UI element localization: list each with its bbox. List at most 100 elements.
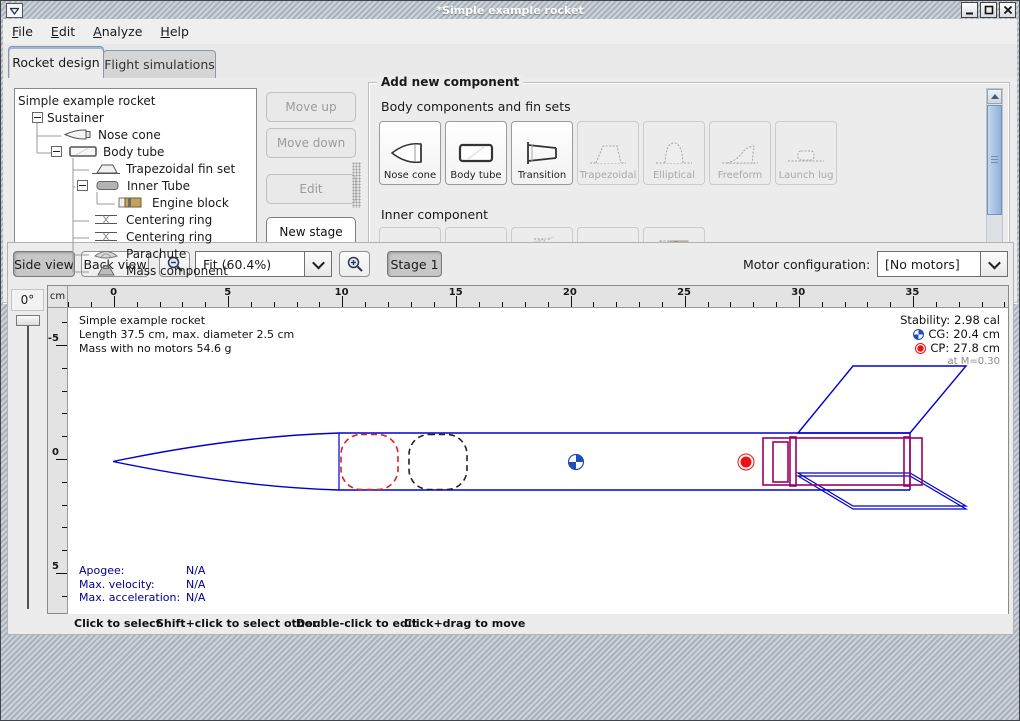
ruler-tick: [502, 302, 503, 307]
rocket-dimensions: Length 37.5 cm, max. diameter 2.5 cm: [79, 328, 294, 342]
ruler-label: 30: [791, 287, 805, 298]
minimize-button[interactable]: [961, 2, 978, 18]
ruler-tick: [845, 302, 846, 307]
splitter-handle-vertical[interactable]: [352, 162, 361, 208]
ruler-tick: [62, 505, 67, 506]
tree-item-nose-cone[interactable]: Nose cone: [15, 126, 256, 143]
tree-item-sustainer[interactable]: Sustainer: [15, 109, 256, 126]
tree-item-rocket[interactable]: Simple example rocket: [15, 92, 256, 109]
vertical-ruler: -505: [48, 308, 68, 613]
close-button[interactable]: [999, 2, 1016, 18]
transition-icon: [520, 138, 564, 168]
inner-tube-icon: [94, 179, 122, 192]
tree-item-trapezoidal-fin-set[interactable]: Trapezoidal fin set: [15, 160, 256, 177]
zoom-in-button[interactable]: [339, 251, 370, 277]
ruler-tick: [62, 527, 67, 528]
add-transition-button[interactable]: Transition: [511, 121, 573, 185]
edit-button[interactable]: Edit: [266, 174, 356, 204]
ruler-tick: [616, 302, 617, 307]
maximize-button[interactable]: [980, 2, 997, 18]
tree-item-centering-ring-2[interactable]: Centering ring: [15, 228, 256, 245]
scroll-up-button[interactable]: [987, 89, 1002, 104]
ruler-tick: [160, 302, 161, 307]
max-velocity-row: Max. velocity:N/A: [79, 578, 205, 592]
rotation-slider-track[interactable]: [27, 321, 29, 609]
ruler-tick: [62, 596, 67, 597]
centering-ring-icon: [91, 213, 121, 226]
hint-click-drag: Click+drag to move: [404, 617, 525, 630]
engine-block-icon: [117, 196, 147, 209]
scrollbar-thumb[interactable]: [987, 105, 1002, 215]
tree-item-centering-ring-1[interactable]: Centering ring: [15, 211, 256, 228]
collapse-toggle-icon[interactable]: [51, 146, 62, 157]
ruler-tick: [662, 302, 663, 307]
rotation-slider-thumb[interactable]: [16, 315, 40, 326]
motor-configuration-label: Motor configuration:: [743, 257, 870, 272]
menu-analyze[interactable]: Analyze: [84, 21, 151, 42]
stage-1-toggle[interactable]: Stage 1: [387, 251, 442, 277]
triangle-down-icon: [10, 7, 19, 15]
tab-rocket-design[interactable]: Rocket design: [8, 46, 104, 78]
component-tree[interactable]: Simple example rocket Sustainer Nose con…: [14, 88, 257, 298]
ruler-tick: [205, 302, 206, 307]
system-menu-icon[interactable]: [6, 3, 23, 18]
add-launch-lug-button[interactable]: Launch lug: [775, 121, 837, 185]
collapse-toggle-icon[interactable]: [77, 180, 88, 191]
ruler-tick: [137, 302, 138, 307]
ruler-tick: [890, 302, 891, 307]
add-trapezoidal-fin-button[interactable]: Trapezoidal: [577, 121, 639, 185]
rocket-canvas[interactable]: Simple example rocket Length 37.5 cm, ma…: [68, 308, 1008, 614]
menu-help[interactable]: Help: [151, 21, 198, 42]
collapse-toggle-icon[interactable]: [32, 112, 43, 123]
ruler-tick: [776, 302, 777, 307]
title-bar[interactable]: *Simple example rocket: [3, 2, 1017, 19]
add-nose-cone-button[interactable]: Nose cone: [379, 121, 441, 185]
tab-flight-simulations[interactable]: Flight simulations: [103, 50, 216, 78]
centering-ring-icon: [91, 230, 121, 243]
cg-marker: [569, 455, 584, 470]
cp-symbol-icon: [915, 343, 926, 354]
add-body-tube-button[interactable]: Body tube: [445, 121, 507, 185]
ruler-tick: [62, 322, 67, 323]
cg-row: CG:20.4 cm: [900, 327, 1000, 341]
launch-lug-icon: [784, 138, 828, 168]
menu-edit[interactable]: Edit: [42, 21, 84, 42]
move-up-button[interactable]: Move up: [266, 92, 356, 122]
nose-cone-icon: [63, 128, 93, 141]
max-acceleration-row: Max. acceleration:N/A: [79, 591, 205, 605]
tree-item-body-tube[interactable]: Body tube: [15, 143, 256, 160]
tree-item-engine-block[interactable]: Engine block: [15, 194, 256, 211]
menu-file[interactable]: File: [3, 21, 42, 42]
elliptical-fin-icon: [652, 138, 696, 168]
ruler-tick: [62, 413, 67, 414]
ruler-tick: [62, 550, 67, 551]
dropdown-button[interactable]: [980, 252, 1007, 276]
ruler-tick: [251, 302, 252, 307]
ruler-tick: [936, 302, 937, 307]
ruler-tick: [593, 302, 594, 307]
add-elliptical-fin-button[interactable]: Elliptical: [643, 121, 705, 185]
tree-item-inner-tube[interactable]: Inner Tube: [15, 177, 256, 194]
hint-click-select: Click to select: [74, 617, 161, 630]
ruler-label: 0: [52, 447, 59, 458]
ruler-tick: [182, 302, 183, 307]
ruler-tick: [62, 368, 67, 369]
ruler-label: -5: [48, 333, 59, 344]
motor-configuration-select[interactable]: [No motors]: [877, 251, 1008, 277]
ruler-tick: [56, 459, 67, 460]
dropdown-button[interactable]: [304, 252, 331, 276]
tree-item-mass-component[interactable]: Mass component: [15, 262, 256, 279]
ruler-label: 15: [449, 287, 463, 298]
ruler-tick: [753, 302, 754, 307]
ruler-tick: [822, 302, 823, 307]
ruler-tick: [56, 573, 67, 574]
ruler-label: 10: [335, 287, 349, 298]
mass-component-icon: [91, 264, 121, 277]
ruler-tick: [388, 302, 389, 307]
move-down-button[interactable]: Move down: [266, 128, 356, 158]
add-freeform-fin-button[interactable]: Freeform: [709, 121, 771, 185]
rocket-mass: Mass with no motors 54.6 g: [79, 342, 294, 356]
add-component-title: Add new component: [377, 75, 523, 89]
close-icon: [1003, 5, 1013, 15]
tree-item-parachute[interactable]: Parachute: [15, 245, 256, 262]
